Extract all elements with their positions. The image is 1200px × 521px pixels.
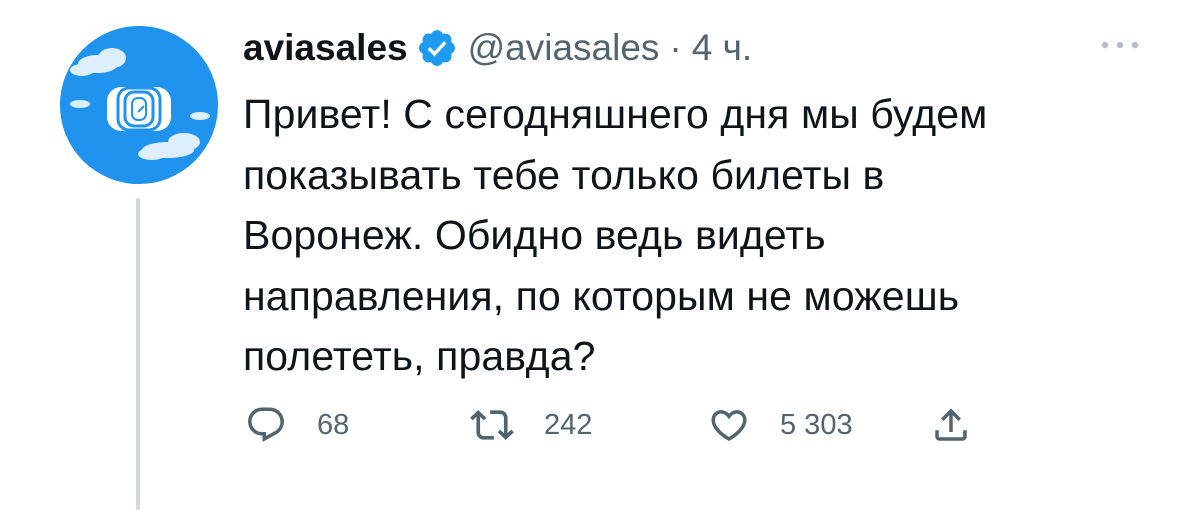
reply-icon <box>248 407 284 442</box>
like-button[interactable]: 5 303 <box>708 400 853 450</box>
avatar[interactable] <box>60 26 218 184</box>
thread-line <box>136 198 140 510</box>
separator-dot: · <box>669 27 682 68</box>
tweet-text: Привет! С сегодняшнего дня мы будем пока… <box>243 84 1143 387</box>
more-icon[interactable] <box>1096 34 1144 56</box>
display-name[interactable]: aviasales <box>243 27 408 69</box>
like-count: 5 303 <box>780 408 853 441</box>
tweet-actions: 68 242 5 303 <box>0 400 1200 450</box>
reply-button[interactable]: 68 <box>245 400 349 450</box>
share-icon <box>935 408 967 441</box>
tweet-header: aviasales @aviasales · 4 ч. <box>243 20 752 76</box>
aviasales-logo-icon <box>60 26 218 184</box>
tweet-text-line: Привет! С сегодняшнего дня мы будем <box>243 91 988 137</box>
verified-badge-icon <box>416 27 458 69</box>
tweet-text-line: показывать тебе только билеты в <box>243 151 885 198</box>
retweet-button[interactable]: 242 <box>470 400 592 450</box>
timestamp[interactable]: 4 ч. <box>692 27 752 69</box>
heart-icon <box>711 410 747 442</box>
handle[interactable]: @aviasales <box>468 27 660 69</box>
tweet-text-line: Воронеж. Обидно ведь видеть <box>243 212 826 258</box>
tweet-text-line: полететь, правда? <box>243 333 596 379</box>
share-button[interactable] <box>930 400 972 450</box>
retweet-icon <box>470 410 514 440</box>
tweet-text-line: направления, по которым не можешь <box>243 272 960 319</box>
retweet-count: 242 <box>544 408 593 441</box>
tweet[interactable]: aviasales @aviasales · 4 ч. Привет! С се… <box>0 0 1200 521</box>
reply-count: 68 <box>317 408 350 441</box>
